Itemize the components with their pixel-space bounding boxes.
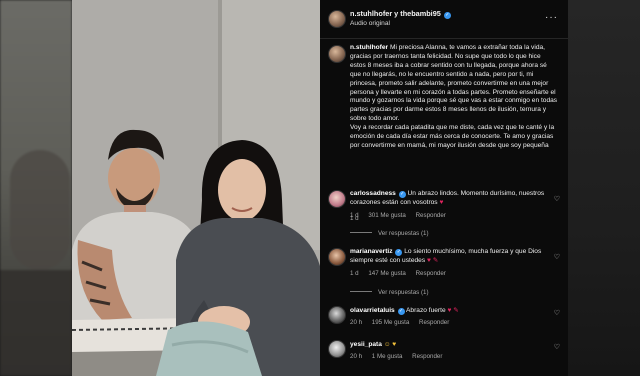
caption-body-2: Voy a recordar cada patadita que me dist… bbox=[350, 124, 555, 149]
view-replies-button[interactable]: Ver respuestas (1) bbox=[350, 289, 429, 296]
comment-meta: 1 d 301 Me gusta Responder bbox=[350, 212, 454, 219]
like-heart-icon[interactable]: ♡ bbox=[554, 253, 560, 261]
like-heart-icon[interactable]: ♡ bbox=[554, 343, 560, 351]
reply-button[interactable]: Responder bbox=[416, 212, 446, 219]
caption-text: n.stuhlhofer Mi preciosa Alanna, te vamo… bbox=[350, 44, 558, 151]
blurred-background-right bbox=[568, 0, 640, 376]
commenter-avatar[interactable] bbox=[328, 248, 346, 266]
caption-author-avatar[interactable] bbox=[328, 45, 346, 63]
commenter-avatar[interactable] bbox=[328, 306, 346, 324]
heart-emoji: ♥ ✎ bbox=[447, 307, 459, 314]
couple-photo-illustration bbox=[72, 0, 320, 376]
comment-username[interactable]: yesii_pata bbox=[350, 341, 382, 348]
verified-badge-icon: ✓ bbox=[397, 308, 405, 315]
heart-emoji: ♥ bbox=[439, 198, 444, 206]
heart-emoji: ♥ ✎ bbox=[426, 256, 439, 264]
comment-body: yesii_pata ☺ ♥ bbox=[350, 341, 546, 350]
more-options-icon[interactable]: ··· bbox=[545, 13, 558, 23]
verified-badge-icon: ✓ bbox=[398, 191, 406, 198]
post-authors[interactable]: n.stuhlhofer y thebambi95 ✓ bbox=[350, 9, 451, 19]
author-avatar[interactable] bbox=[328, 10, 346, 28]
header-divider bbox=[320, 38, 568, 39]
comment-time: 20 h bbox=[350, 319, 363, 326]
comment-meta: 20 h 195 Me gusta Responder bbox=[350, 319, 457, 326]
comment-username[interactable]: olavarrietaluis bbox=[350, 307, 395, 314]
comment-time: 1 d bbox=[350, 270, 359, 277]
verified-badge-icon: ✓ bbox=[443, 12, 451, 19]
comment-time: 20 h bbox=[350, 353, 363, 360]
audio-label[interactable]: Audio original bbox=[350, 20, 390, 27]
view-replies-button[interactable]: Ver respuestas (1) bbox=[350, 230, 429, 237]
comment-likes[interactable]: 147 Me gusta bbox=[368, 270, 406, 277]
like-heart-icon[interactable]: ♡ bbox=[554, 195, 560, 203]
comments-panel: n.stuhlhofer y thebambi95 ✓ Audio origin… bbox=[320, 0, 568, 376]
reply-button[interactable]: Responder bbox=[419, 319, 449, 326]
like-heart-icon[interactable]: ♡ bbox=[554, 309, 560, 317]
blurred-background-left bbox=[0, 0, 72, 376]
commenter-avatar[interactable] bbox=[328, 190, 346, 208]
comment-body: carlossadness ✓ Un abrazo lindos. Moment… bbox=[350, 190, 546, 208]
caption-username[interactable]: n.stuhlhofer bbox=[350, 44, 388, 51]
post-video-frame[interactable] bbox=[72, 0, 320, 376]
comment-body: olavarrietaluis ✓ Abrazo fuerte ♥ ✎ bbox=[350, 307, 546, 316]
caption-body: Mi preciosa Alanna, te vamos a extrañar … bbox=[350, 44, 558, 123]
reply-button[interactable]: Responder bbox=[416, 270, 446, 277]
comment-time: 1 d bbox=[350, 212, 359, 219]
verified-badge-icon: ✓ bbox=[395, 249, 403, 256]
post-header: n.stuhlhofer y thebambi95 ✓ Audio origin… bbox=[328, 8, 564, 32]
comment-meta: 1 d 147 Me gusta Responder bbox=[350, 270, 454, 277]
reply-button[interactable]: Responder bbox=[412, 353, 442, 360]
comment-body: marianavertiz ✓ Lo siento muchísimo, muc… bbox=[350, 248, 546, 266]
emoji-reaction: ☺ ♥ bbox=[383, 341, 397, 348]
comment-likes[interactable]: 195 Me gusta bbox=[372, 319, 410, 326]
comment-meta: 20 h 1 Me gusta Responder bbox=[350, 353, 450, 360]
comment-text: Abrazo fuerte bbox=[406, 307, 446, 314]
comment-username[interactable]: marianavertiz bbox=[350, 248, 393, 255]
commenter-avatar[interactable] bbox=[328, 340, 346, 358]
comment-likes[interactable]: 1 Me gusta bbox=[372, 353, 403, 360]
comment-username[interactable]: carlossadness bbox=[350, 190, 396, 197]
comment-likes[interactable]: 301 Me gusta bbox=[368, 212, 406, 219]
